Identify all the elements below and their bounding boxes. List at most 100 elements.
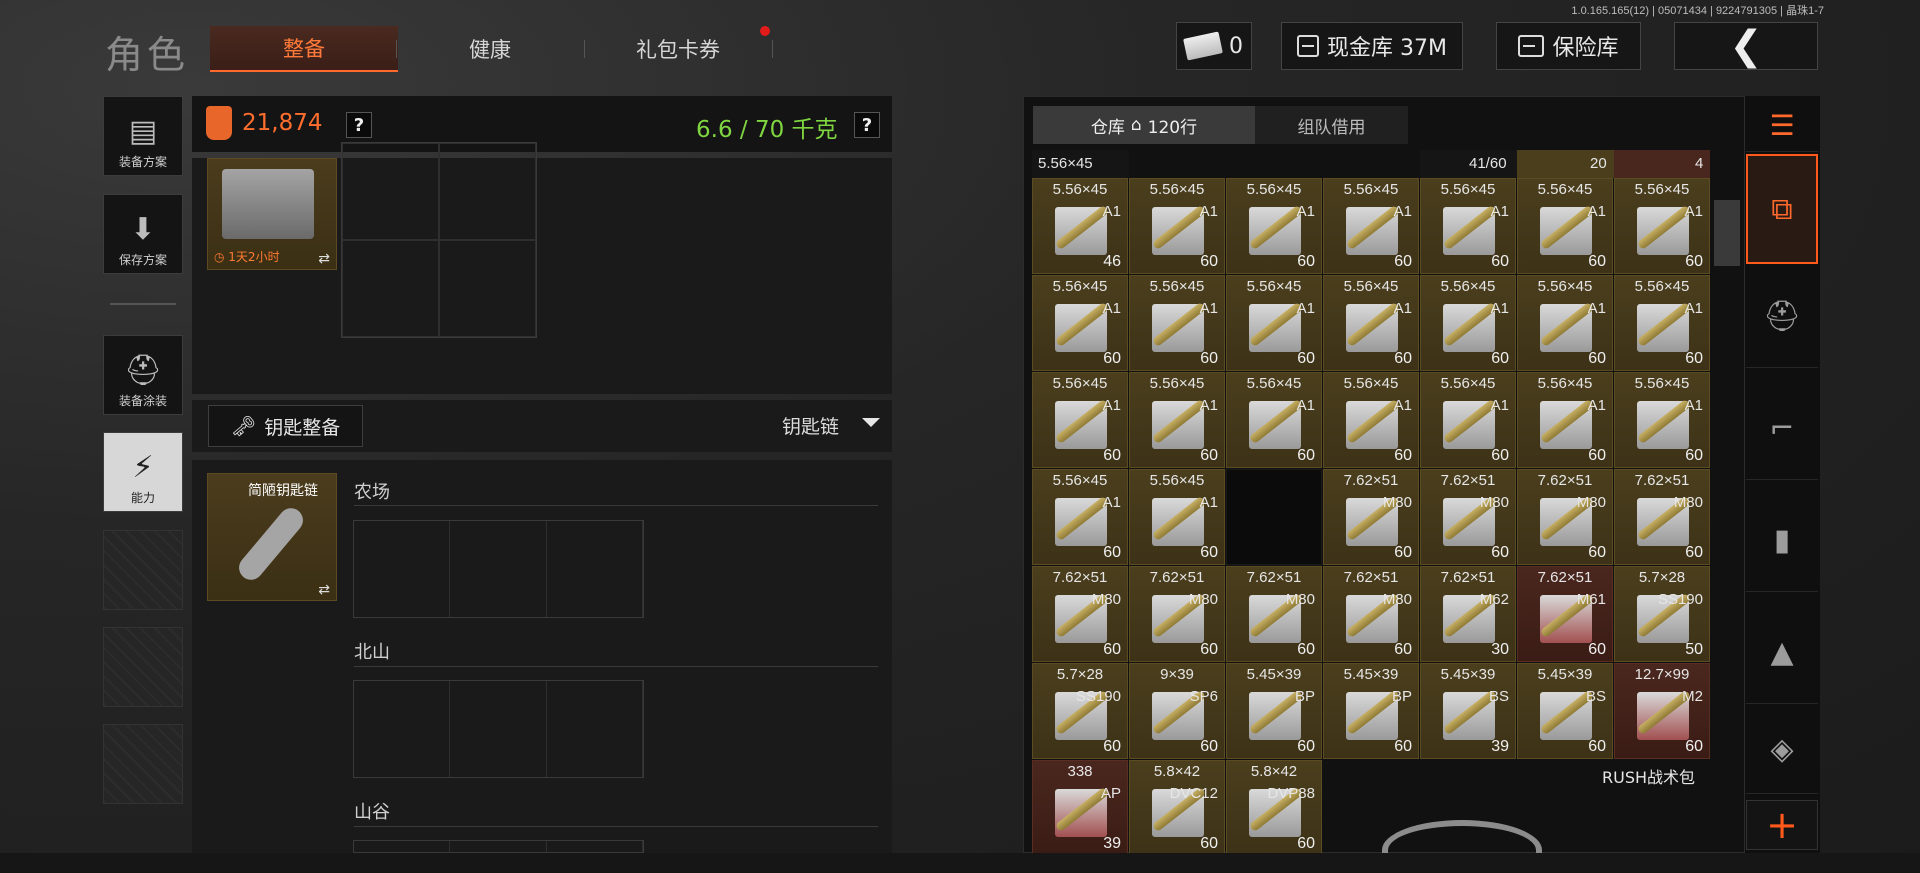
ammo-item[interactable]: 5.45×39 BS 39 bbox=[1420, 663, 1516, 759]
ammo-count: 60 bbox=[1588, 253, 1606, 270]
zone-key-slots[interactable] bbox=[353, 680, 644, 778]
back-button[interactable]: ❮ bbox=[1674, 22, 1818, 70]
key-slot[interactable] bbox=[547, 681, 643, 777]
ammo-item[interactable]: 7.62×51 M80 60 bbox=[1129, 566, 1225, 662]
ammo-item[interactable]: 5.56×45 A1 46 bbox=[1032, 178, 1128, 274]
ammo-item[interactable]: 7.62×51 M80 60 bbox=[1032, 566, 1128, 662]
ammo-item[interactable]: 5.56×45 A1 60 bbox=[1517, 275, 1613, 371]
ammo-item[interactable]: 5.56×45 A1 60 bbox=[1420, 275, 1516, 371]
keychain-dropdown-label[interactable]: 钥匙链 bbox=[782, 412, 839, 439]
case-item[interactable]: ◷ 1天2小时 ⇄ bbox=[207, 158, 337, 270]
ammo-caliber: 7.62×51 bbox=[1537, 569, 1593, 586]
weight-help-button[interactable]: ? bbox=[854, 112, 880, 138]
ammo-item[interactable]: 5.7×28 SS190 50 bbox=[1614, 566, 1710, 662]
swap-icon[interactable]: ⇄ bbox=[318, 251, 330, 267]
case-grid[interactable] bbox=[341, 142, 537, 338]
ammo-item[interactable]: 5.56×45 A1 60 bbox=[1614, 178, 1710, 274]
ammo-item[interactable]: 7.62×51 M80 60 bbox=[1517, 469, 1613, 565]
ammo-item[interactable]: 7.62×51 M80 60 bbox=[1323, 469, 1419, 565]
money-counter[interactable]: 0 bbox=[1176, 22, 1252, 70]
ammo-item[interactable]: 5.56×45 A1 60 bbox=[1323, 178, 1419, 274]
ammo-item[interactable]: 7.62×51 M61 60 bbox=[1517, 566, 1613, 662]
ammo-item[interactable]: 338 AP 39 bbox=[1032, 760, 1128, 853]
ammo-item[interactable]: 5.56×45 A1 60 bbox=[1226, 372, 1322, 468]
ammo-item[interactable]: 5.56×45 A1 60 bbox=[1129, 469, 1225, 565]
ammo-item[interactable]: 7.62×51 M80 60 bbox=[1226, 566, 1322, 662]
key-slot[interactable] bbox=[450, 681, 547, 777]
ammo-item[interactable]: 5.56×45 A1 60 bbox=[1614, 372, 1710, 468]
weight-value: 6.6 / 70 千克 bbox=[696, 117, 838, 143]
save-plan-button[interactable]: ⬇ 保存方案 bbox=[103, 194, 183, 274]
ammo-item[interactable]: 5.56×45 A1 60 bbox=[1129, 275, 1225, 371]
zone-key-slots[interactable] bbox=[353, 520, 644, 618]
ammo-item[interactable]: 5.56×45 A1 60 bbox=[1129, 372, 1225, 468]
key-slot[interactable] bbox=[354, 521, 451, 617]
inventory-grid[interactable]: 5.56×45 41/60 20 4 5.56×45 A1 46 5.56×45 A1 60 5.5… bbox=[1032, 150, 1710, 853]
ammo-item[interactable]: 7.62×51 M80 60 bbox=[1614, 469, 1710, 565]
ammo-item[interactable]: 5.56×45 A1 60 bbox=[1614, 275, 1710, 371]
chevron-down-icon[interactable] bbox=[862, 418, 880, 427]
ammo-item[interactable]: 5.45×39 BS 60 bbox=[1517, 663, 1613, 759]
key-equip-label: 钥匙整备 bbox=[264, 416, 341, 439]
ammo-variant: M80 bbox=[1479, 494, 1509, 511]
ammo-item[interactable]: 5.56×45 A1 60 bbox=[1226, 178, 1322, 274]
ammo-item[interactable]: 5.56×45 A1 60 bbox=[1323, 275, 1419, 371]
tab-gift-coupons[interactable]: 礼包卡券 bbox=[584, 26, 772, 72]
key-slot[interactable] bbox=[547, 521, 643, 617]
empty-slot[interactable] bbox=[1226, 469, 1322, 565]
tab-health[interactable]: 健康 bbox=[396, 26, 584, 72]
ammo-item[interactable]: 7.62×51 M80 60 bbox=[1323, 566, 1419, 662]
tab-team-borrow[interactable]: 组队借用 bbox=[1255, 106, 1408, 144]
ammo-item[interactable]: 5.56×45 A1 60 bbox=[1420, 178, 1516, 274]
ammo-item[interactable]: 5.56×45 A1 60 bbox=[1323, 372, 1419, 468]
key-equip-button[interactable]: 🗝 钥匙整备 bbox=[208, 405, 363, 447]
tab-equipment[interactable]: 整备 bbox=[210, 26, 398, 72]
armor-help-button[interactable]: ? bbox=[346, 112, 372, 138]
add-icon[interactable]: + bbox=[1746, 800, 1818, 850]
cash-vault-button[interactable]: 现金库 37M bbox=[1281, 22, 1463, 70]
storage-icon[interactable]: ⧉ bbox=[1746, 154, 1818, 264]
key-slot[interactable] bbox=[450, 841, 547, 852]
sort-icon[interactable]: ☰ bbox=[1746, 100, 1818, 152]
rush-bag-label[interactable]: RUSH战术包 bbox=[1602, 764, 1695, 788]
ammo-item[interactable]: 5.56×45 A1 60 bbox=[1517, 178, 1613, 274]
swap-icon[interactable]: ⇄ bbox=[318, 582, 330, 598]
ammo-item[interactable]: 5.56×45 A1 60 bbox=[1226, 275, 1322, 371]
helmet-icon[interactable]: ⛑ bbox=[1746, 266, 1818, 368]
ammo-item[interactable]: 7.62×51 M62 30 bbox=[1420, 566, 1516, 662]
ammo-item[interactable]: 5.45×39 BP 60 bbox=[1226, 663, 1322, 759]
key-slot[interactable] bbox=[450, 521, 547, 617]
key-slot[interactable] bbox=[547, 841, 643, 852]
grid-slot[interactable] bbox=[342, 240, 439, 337]
grid-slot[interactable] bbox=[342, 143, 439, 240]
ammo-item[interactable]: 5.56×45 A1 60 bbox=[1032, 469, 1128, 565]
key-slot[interactable] bbox=[354, 841, 451, 852]
key-slot[interactable] bbox=[354, 681, 451, 777]
grid-slot[interactable] bbox=[439, 143, 536, 240]
ammo-item[interactable]: 12.7×99 M2 60 bbox=[1614, 663, 1710, 759]
equipment-skin-button[interactable]: ⛑ 装备涂装 bbox=[103, 335, 183, 415]
gear-icon[interactable]: ◈ bbox=[1746, 706, 1818, 794]
ammo-item[interactable]: 5.56×45 A1 60 bbox=[1129, 178, 1225, 274]
ammo-item[interactable]: 5.45×39 BP 60 bbox=[1323, 663, 1419, 759]
ammo-icon[interactable]: ▲ bbox=[1746, 602, 1818, 704]
keychain-item[interactable]: 简陋钥匙链 ⇄ bbox=[207, 473, 337, 601]
ammo-item[interactable]: 5.8×42 DVC12 60 bbox=[1129, 760, 1225, 853]
scrollbar[interactable] bbox=[1714, 200, 1740, 266]
tab-warehouse[interactable]: 仓库 ⌂ 120行 bbox=[1033, 106, 1255, 144]
ammo-item[interactable]: 5.56×45 A1 60 bbox=[1032, 275, 1128, 371]
safe-button[interactable]: 保险库 bbox=[1496, 22, 1641, 70]
ammo-item[interactable]: 5.56×45 A1 60 bbox=[1517, 372, 1613, 468]
grid-slot[interactable] bbox=[439, 240, 536, 337]
ammo-item[interactable]: 7.62×51 M80 60 bbox=[1420, 469, 1516, 565]
equipment-plan-button[interactable]: ▤ 装备方案 bbox=[103, 96, 183, 176]
ability-button[interactable]: ⚡ 能力 bbox=[103, 432, 183, 512]
ammo-item[interactable]: 9×39 SP6 60 bbox=[1129, 663, 1225, 759]
ammo-item[interactable]: 5.56×45 A1 60 bbox=[1420, 372, 1516, 468]
ammo-item[interactable]: 5.8×42 DVP88 60 bbox=[1226, 760, 1322, 853]
ammo-item[interactable]: 5.56×45 A1 60 bbox=[1032, 372, 1128, 468]
zone-key-slots[interactable] bbox=[353, 840, 644, 853]
rifle-icon[interactable]: ⌐ bbox=[1746, 378, 1818, 480]
magazine-icon[interactable]: ▮ bbox=[1746, 490, 1818, 592]
ammo-item[interactable]: 5.7×28 SS190 60 bbox=[1032, 663, 1128, 759]
